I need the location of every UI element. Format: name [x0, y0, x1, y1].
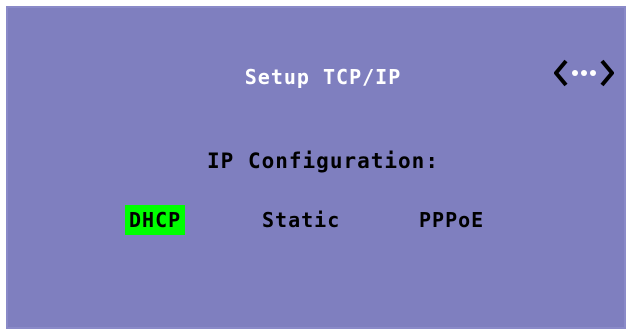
option-static[interactable]: Static — [258, 205, 344, 235]
option-dhcp[interactable]: DHCP — [125, 205, 186, 235]
network-icon — [554, 59, 614, 87]
option-pppoe[interactable]: PPPoE — [415, 205, 488, 235]
ip-configuration-label: IP Configuration: — [207, 149, 439, 173]
page-title: Setup TCP/IP — [244, 65, 402, 89]
setup-screen: Setup TCP/IP IP Configuration: DHCP Stat… — [6, 6, 626, 329]
